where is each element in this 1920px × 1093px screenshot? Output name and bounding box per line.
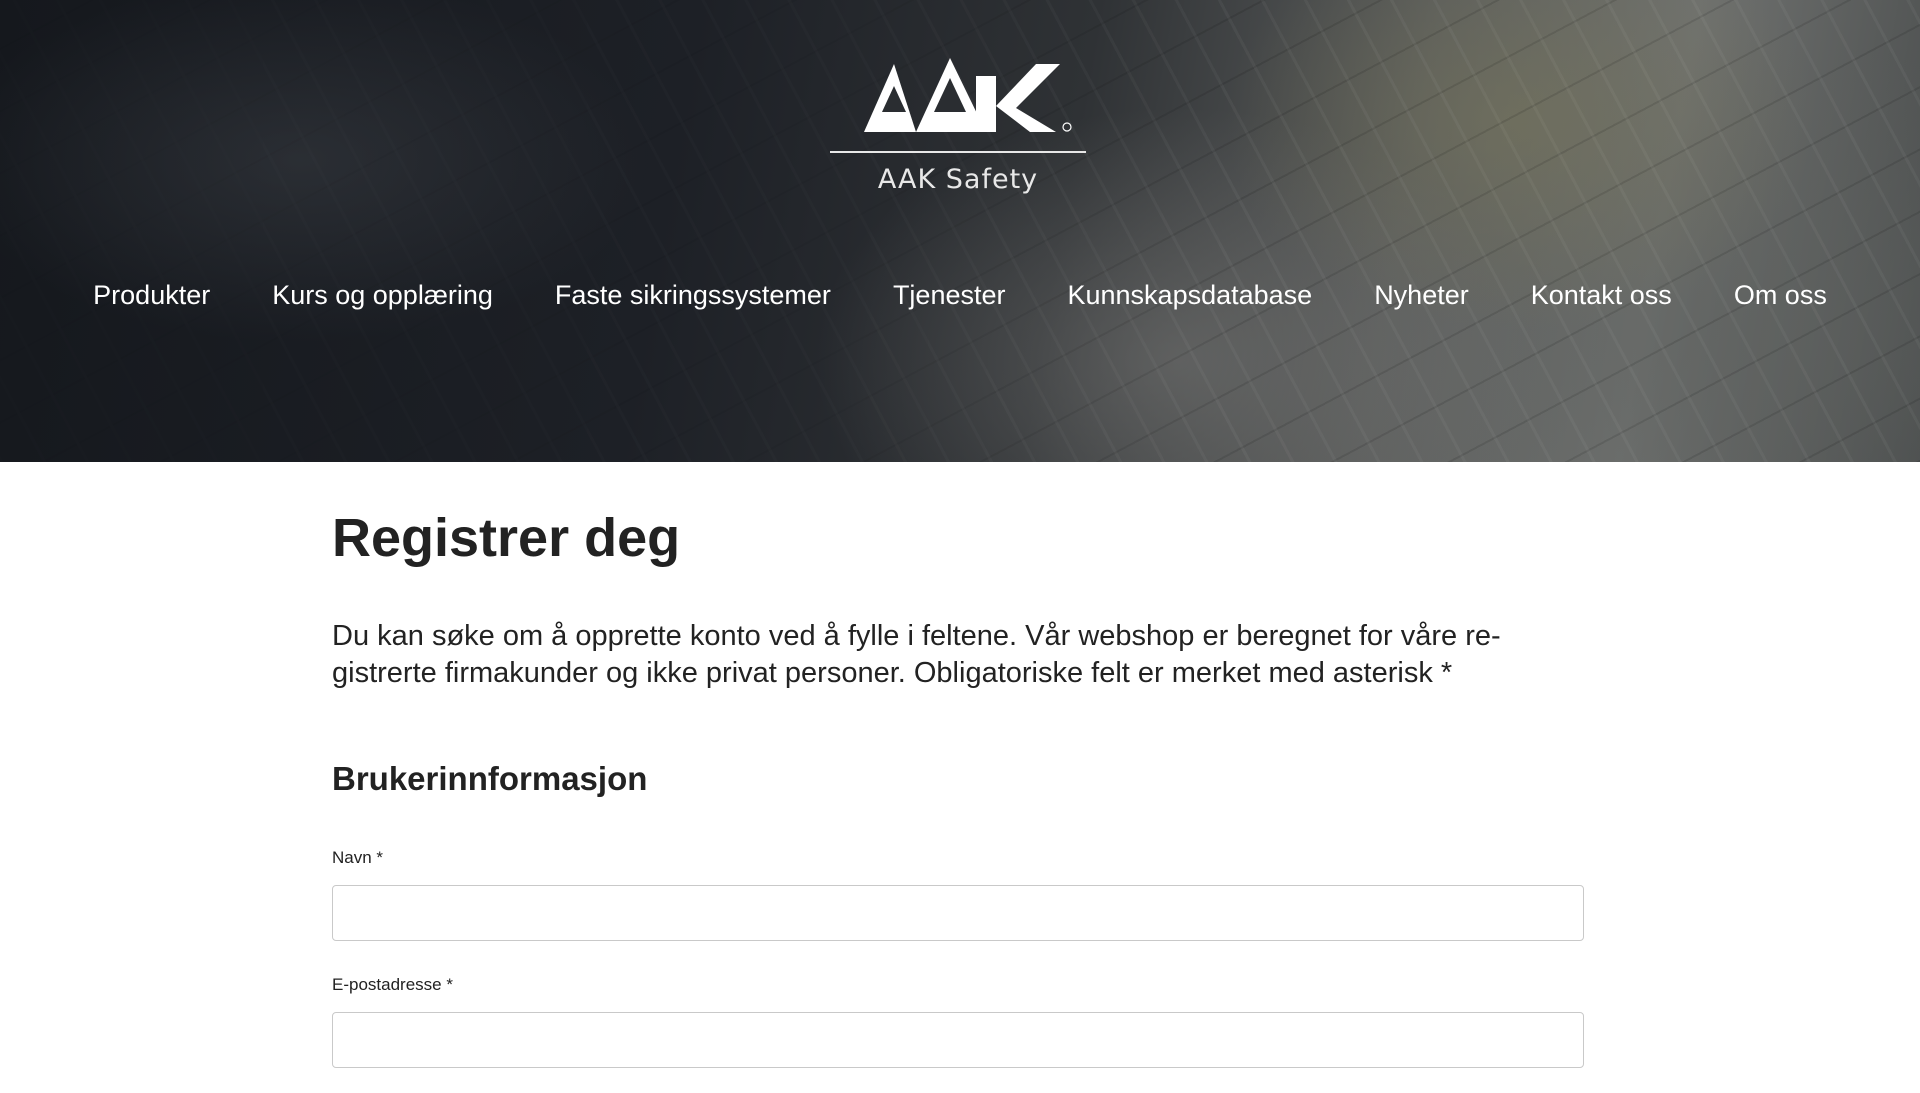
main-navigation: Produkter Kurs og opplæring Faste sikrin…	[0, 280, 1920, 311]
email-label: E-postadresse *	[332, 975, 453, 994]
email-field-group: E-postadresse *	[332, 975, 1584, 1068]
name-label: Navn *	[332, 848, 384, 867]
name-input[interactable]	[332, 885, 1584, 941]
nav-item-om-oss[interactable]: Om oss	[1703, 280, 1858, 311]
section-title: Brukerinnformasjon	[332, 760, 648, 797]
nav-item-kontakt-oss[interactable]: Kontakt oss	[1500, 280, 1703, 311]
nav-item-tjenester[interactable]: Tjenester	[862, 280, 1037, 311]
email-input[interactable]	[332, 1012, 1584, 1068]
nav-item-nyheter[interactable]: Nyheter	[1343, 280, 1500, 311]
hero-header: AAK Safety Produkter Kurs og opplæring F…	[0, 0, 1920, 462]
name-field-group: Navn *	[332, 848, 1584, 941]
registration-form: Registrer deg Du kan søke om å opprette …	[332, 508, 1584, 1068]
nav-item-kunnskapsdatabase[interactable]: Kunnskapsdatabase	[1037, 280, 1344, 311]
aak-logo[interactable]: AAK Safety	[830, 28, 1086, 200]
nav-item-produkter[interactable]: Produkter	[62, 280, 241, 311]
page-title: Registrer deg	[332, 508, 681, 568]
aak-logo-icon	[830, 58, 1086, 153]
nav-item-faste-sikringssystemer[interactable]: Faste sikringssystemer	[524, 280, 862, 311]
nav-item-kurs-og-opplaering[interactable]: Kurs og opplæring	[241, 280, 524, 311]
brand-name: AAK Safety	[877, 164, 1039, 195]
intro-text: Du kan søke om å opprette konto ved å fy…	[332, 620, 1501, 689]
